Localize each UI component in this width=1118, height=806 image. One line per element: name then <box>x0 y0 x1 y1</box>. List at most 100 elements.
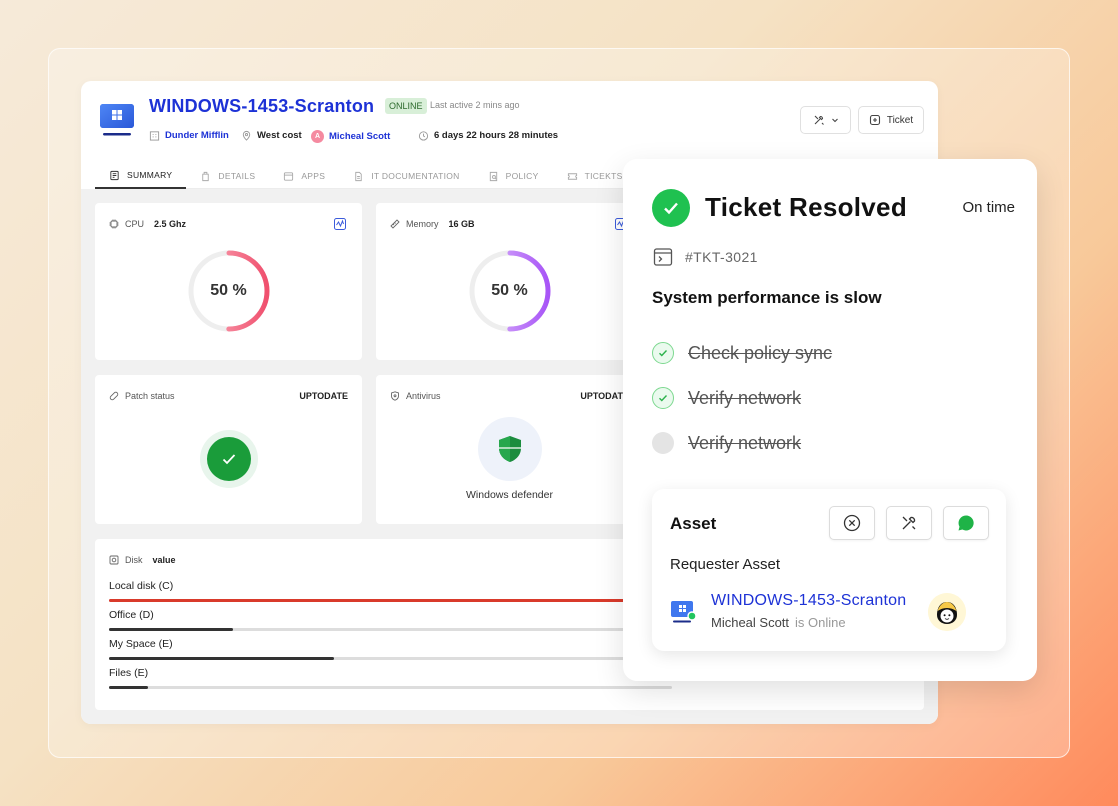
check-pending-icon <box>652 432 674 454</box>
tab-apps[interactable]: APPS <box>269 163 339 189</box>
disk-value: value <box>152 555 176 565</box>
ticket-timing: On time <box>962 199 1015 216</box>
summary-icon <box>110 170 119 180</box>
company-name: Dunder Mifflin <box>165 130 229 141</box>
ticket-issue: System performance is slow <box>652 288 882 307</box>
antivirus-label-text: Antivirus <box>406 391 441 401</box>
cpu-gauge: 50 % <box>187 249 271 333</box>
disk-usage-bar <box>109 686 672 689</box>
tab-label: TICEKTS <box>584 171 623 181</box>
patch-label: Patch status <box>109 391 175 401</box>
asset-device-link[interactable]: WINDOWS-1453-Scranton <box>711 592 906 610</box>
tab-it-documentation[interactable]: IT DOCUMENTATION <box>339 163 473 189</box>
asset-title: Asset <box>670 514 717 533</box>
asset-card: Asset Requester Asset WINDOWS-1453-Scran… <box>652 489 1006 651</box>
asset-tools-button[interactable] <box>886 506 932 540</box>
device-header: WINDOWS-1453-Scranton ONLINE Last active… <box>81 81 938 161</box>
tab-summary[interactable]: SUMMARY <box>95 163 187 189</box>
disk-usage-bar <box>109 599 672 602</box>
memory-label: Memory 16 GB <box>390 219 475 229</box>
activity-chart-icon[interactable] <box>334 218 346 230</box>
details-icon <box>202 171 210 181</box>
ticket-id-row: #TKT-3021 <box>653 247 758 267</box>
antivirus-card: Antivirus UPTODATE Windows defender <box>376 375 643 524</box>
clock-icon <box>418 131 429 141</box>
location-name: West cost <box>257 130 302 141</box>
new-ticket-button[interactable]: Ticket <box>858 106 924 134</box>
patch-status-card: Patch status UPTODATE <box>95 375 362 524</box>
tools-icon <box>902 516 916 530</box>
close-asset-button[interactable] <box>829 506 875 540</box>
ticket-button-label: Ticket <box>886 114 914 126</box>
device-title: WINDOWS-1453-Scranton <box>149 96 375 116</box>
checklist-label: Verify network <box>688 387 802 408</box>
document-icon <box>355 171 362 181</box>
user-link[interactable]: A Micheal Scott <box>311 130 390 143</box>
disk-usage-fill <box>109 686 149 689</box>
tab-details[interactable]: DETAILS <box>186 163 269 189</box>
plus-square-icon <box>869 114 880 126</box>
uptime-value: 6 days 22 hours 28 minutes <box>434 130 559 141</box>
disk-usage-fill <box>109 628 233 631</box>
memory-card: Memory 16 GB 50 % <box>376 203 643 360</box>
memory-label-text: Memory <box>406 219 439 229</box>
disk-label-text: Disk <box>125 555 143 565</box>
patch-ok-icon <box>199 430 258 488</box>
tools-dropdown-button[interactable] <box>800 106 851 134</box>
asset-user-status: is Online <box>795 615 846 630</box>
check-done-icon <box>652 342 674 364</box>
shield-outline-icon <box>391 391 399 401</box>
cpu-label: CPU 2.5 Ghz <box>109 219 186 229</box>
cpu-card: CPU 2.5 Ghz 50 % <box>95 203 362 360</box>
tools-icon <box>814 115 824 125</box>
memory-stick-icon <box>390 219 400 229</box>
user-name: Micheal Scott <box>329 131 391 142</box>
antivirus-label: Antivirus <box>390 391 441 401</box>
ticket-status-title: Ticket Resolved <box>705 192 908 222</box>
tab-policy[interactable]: POLICY <box>474 163 553 189</box>
disk-usage-fill <box>109 657 335 660</box>
tab-label: IT DOCUMENTATION <box>371 171 460 181</box>
close-circle-icon <box>843 514 861 532</box>
uptime-info: 6 days 22 hours 28 minutes <box>418 130 558 141</box>
location-pin-icon <box>242 130 251 141</box>
chevron-down-icon <box>831 118 838 123</box>
cpu-percent: 50 % <box>210 282 247 299</box>
disk-usage-bar <box>109 657 672 660</box>
user-avatar: A <box>311 130 324 143</box>
ticket-icon <box>567 172 577 180</box>
checklist-label: Verify network <box>688 432 802 453</box>
defender-shield-icon <box>477 417 542 481</box>
tab-label: POLICY <box>505 171 539 181</box>
tab-label: DETAILS <box>218 171 256 181</box>
disk-label: Disk value <box>109 555 176 565</box>
check-done-icon <box>652 387 674 409</box>
cpu-label-text: CPU <box>125 219 145 229</box>
checklist-label: Check policy sync <box>688 342 833 363</box>
disk-usage-bar <box>109 628 672 631</box>
asset-user-line: Micheal Scott is Online <box>711 615 846 630</box>
tab-label: APPS <box>301 171 326 181</box>
disk-name: Office (D) <box>109 609 154 621</box>
location-info: West cost <box>241 130 302 141</box>
disk-name: Local disk (C) <box>109 580 174 592</box>
disk-usage-fill <box>109 599 627 602</box>
company-link[interactable]: Dunder Mifflin <box>149 130 229 141</box>
checklist-item[interactable]: Verify network <box>652 432 801 454</box>
patch-label-text: Patch status <box>125 391 175 401</box>
disk-icon <box>109 555 119 565</box>
building-icon <box>149 131 160 141</box>
checklist-item[interactable]: Verify network <box>652 387 801 409</box>
memory-percent: 50 % <box>491 282 528 299</box>
asset-user-name: Micheal Scott <box>711 615 790 630</box>
windows-monitor-icon <box>671 601 696 623</box>
memory-value: 16 GB <box>448 219 475 229</box>
requester-asset-label: Requester Asset <box>670 556 781 573</box>
chat-button[interactable] <box>943 506 989 540</box>
ticket-resolved-card: Ticket Resolved On time #TKT-3021 System… <box>623 159 1037 681</box>
antivirus-status-value: UPTODATE <box>580 391 629 401</box>
disk-name: Files (E) <box>109 667 149 679</box>
antivirus-product: Windows defender <box>466 489 553 501</box>
memory-gauge: 50 % <box>468 249 552 333</box>
checklist-item[interactable]: Check policy sync <box>652 342 832 364</box>
